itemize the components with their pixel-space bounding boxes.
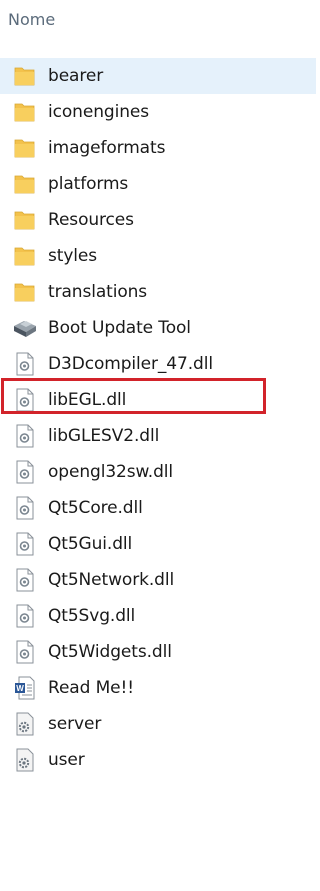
file-item-qt5network-dll[interactable]: Qt5Network.dll (0, 562, 316, 598)
file-item-translations[interactable]: translations (0, 274, 316, 310)
file-item-label: Qt5Gui.dll (48, 534, 133, 554)
file-item-imageformats[interactable]: imageformats (0, 130, 316, 166)
folder-icon (12, 243, 38, 269)
folder-icon (12, 135, 38, 161)
file-item-label: Qt5Svg.dll (48, 606, 136, 626)
file-item-label: Qt5Core.dll (48, 498, 143, 518)
folder-icon (12, 99, 38, 125)
file-item-bearer[interactable]: bearer (0, 58, 316, 94)
application-icon (12, 315, 38, 341)
file-item-label: user (48, 750, 85, 770)
dll-file-icon (12, 603, 38, 629)
file-item-label: Resources (48, 210, 134, 230)
file-item-label: platforms (48, 174, 129, 194)
folder-icon (12, 279, 38, 305)
file-item-qt5core-dll[interactable]: Qt5Core.dll (0, 490, 316, 526)
file-item-boot-update-tool[interactable]: Boot Update Tool (0, 310, 316, 346)
config-file-icon (12, 711, 38, 737)
file-item-platforms[interactable]: platforms (0, 166, 316, 202)
file-item-styles[interactable]: styles (0, 238, 316, 274)
file-item-label: D3Dcompiler_47.dll (48, 354, 213, 374)
config-file-icon (12, 747, 38, 773)
dll-file-icon (12, 639, 38, 665)
file-item-label: Boot Update Tool (48, 318, 191, 338)
file-item-label: styles (48, 246, 98, 266)
folder-icon (12, 63, 38, 89)
file-item-label: libGLESV2.dll (48, 426, 160, 446)
file-item-label: opengl32sw.dll (48, 462, 174, 482)
dll-file-icon (12, 459, 38, 485)
file-item-qt5gui-dll[interactable]: Qt5Gui.dll (0, 526, 316, 562)
dll-file-icon (12, 423, 38, 449)
file-list: bearer iconengines imageformats platforms Re… (0, 58, 316, 778)
file-item-libegl-dll[interactable]: libEGL.dll (0, 382, 316, 418)
name-column-header[interactable]: Nome (8, 6, 55, 34)
file-item-label: translations (48, 282, 148, 302)
file-item-label: bearer (48, 66, 104, 86)
file-item-user[interactable]: user (0, 742, 316, 778)
file-item-opengl32sw-dll[interactable]: opengl32sw.dll (0, 454, 316, 490)
document-icon: W (12, 675, 38, 701)
file-item-label: iconengines (48, 102, 149, 122)
file-item-qt5widgets-dll[interactable]: Qt5Widgets.dll (0, 634, 316, 670)
file-item-label: libEGL.dll (48, 390, 127, 410)
svg-text:W: W (16, 684, 24, 693)
dll-file-icon (12, 495, 38, 521)
folder-icon (12, 171, 38, 197)
file-item-qt5svg-dll[interactable]: Qt5Svg.dll (0, 598, 316, 634)
dll-file-icon (12, 531, 38, 557)
file-item-resources[interactable]: Resources (0, 202, 316, 238)
dll-file-icon (12, 387, 38, 413)
file-item-read-me[interactable]: W Read Me!! (0, 670, 316, 706)
folder-icon (12, 207, 38, 233)
dll-file-icon (12, 567, 38, 593)
file-item-label: Qt5Widgets.dll (48, 642, 172, 662)
file-item-label: server (48, 714, 102, 734)
file-item-server[interactable]: server (0, 706, 316, 742)
dll-file-icon (12, 351, 38, 377)
file-item-label: imageformats (48, 138, 166, 158)
file-item-libglesv2-dll[interactable]: libGLESV2.dll (0, 418, 316, 454)
file-item-label: Qt5Network.dll (48, 570, 175, 590)
file-item-label: Read Me!! (48, 678, 134, 698)
file-item-iconengines[interactable]: iconengines (0, 94, 316, 130)
file-item-d3dcompiler-47-dll[interactable]: D3Dcompiler_47.dll (0, 346, 316, 382)
